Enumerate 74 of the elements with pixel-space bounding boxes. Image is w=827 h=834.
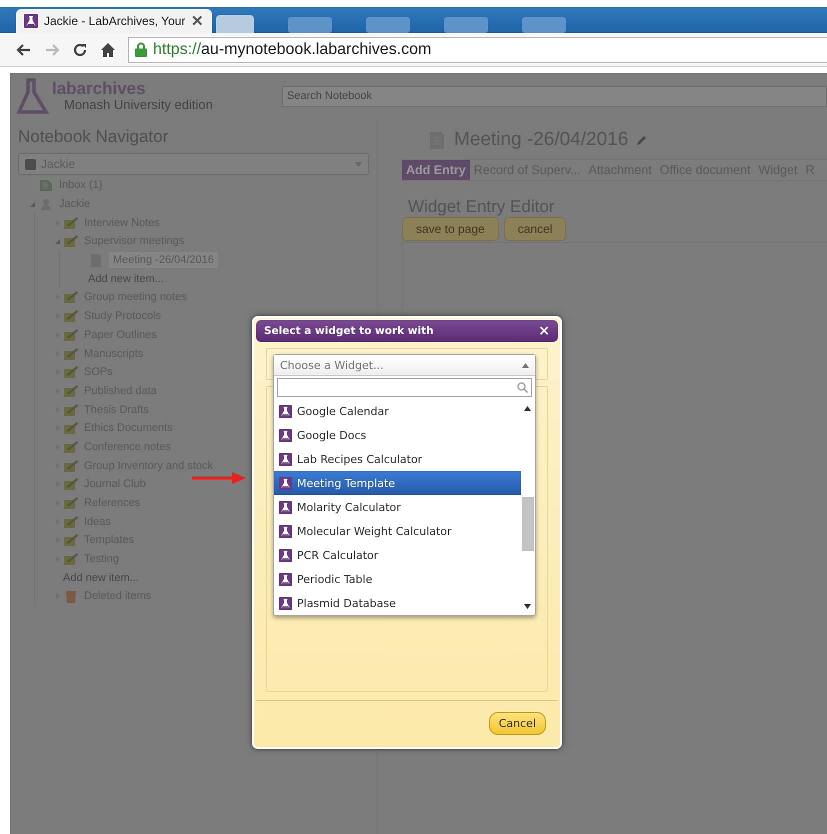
dropdown-arrow-icon <box>522 362 529 368</box>
widget-option[interactable]: PCR Calculator <box>274 543 521 567</box>
search-field[interactable]: Search Notebook <box>282 86 827 106</box>
folder-icon <box>63 309 79 324</box>
flask-icon <box>279 572 292 586</box>
folder-icon <box>63 234 79 248</box>
inbox-icon <box>38 178 54 192</box>
trash-icon <box>63 589 79 604</box>
tab-title: Jackie - LabArchives, Your <box>44 14 185 28</box>
folder-icon <box>63 477 79 492</box>
lock-icon <box>135 42 147 57</box>
flask-icon <box>279 476 292 490</box>
blurred-tab-icon <box>366 17 410 33</box>
save-button[interactable]: save to page <box>402 217 499 241</box>
flask-icon <box>279 404 292 418</box>
blurred-tab-icon <box>522 17 566 33</box>
entry-tab[interactable]: Add Entry <box>402 160 470 180</box>
widget-option[interactable]: Molarity Calculator <box>274 495 521 519</box>
flask-icon <box>279 548 292 562</box>
folder-icon <box>63 365 79 380</box>
flask-logo-icon <box>16 78 50 114</box>
flask-icon <box>279 428 292 442</box>
placeholder-text: Choose a Widget... <box>280 358 385 372</box>
dropdown-arrow-icon <box>355 162 362 166</box>
notebook-icon <box>25 158 36 170</box>
close-button[interactable]: × <box>538 324 550 338</box>
folder-icon <box>63 533 79 548</box>
edition-text: Monash University edition <box>64 98 213 112</box>
folder-icon <box>63 440 79 454</box>
edit-icon[interactable] <box>636 134 648 146</box>
forward-icon[interactable] <box>44 42 60 58</box>
widget-option[interactable]: Google Calendar <box>274 399 521 423</box>
folder-icon <box>63 328 79 342</box>
widget-option[interactable]: Plasmid Database <box>274 591 521 615</box>
scroll-down-icon[interactable] <box>524 604 531 609</box>
folder-icon <box>63 384 79 398</box>
scroll-up-icon[interactable] <box>524 406 531 411</box>
folder-icon <box>63 346 79 361</box>
cancel-button[interactable]: cancel <box>504 217 566 241</box>
folder-icon <box>63 458 79 473</box>
folder-icon <box>63 402 79 417</box>
widget-select[interactable]: Choose a Widget... <box>274 355 535 376</box>
flask-icon <box>279 500 292 514</box>
widget-option[interactable]: Google Docs <box>274 423 521 447</box>
tab-favicon-icon <box>24 14 38 28</box>
folder-icon <box>63 552 79 566</box>
search-field[interactable] <box>277 378 532 397</box>
folder-icon <box>63 496 79 510</box>
widget-option[interactable]: Molecular Weight Calculator <box>274 519 521 543</box>
close-tab-icon[interactable]: ✕ <box>191 12 204 30</box>
scrollbar-thumb[interactable] <box>522 497 534 551</box>
reload-icon[interactable] <box>72 42 88 58</box>
folder-icon <box>63 514 79 529</box>
widget-option[interactable]: Lab Recipes Calculator <box>274 447 521 471</box>
flask-icon <box>279 596 292 610</box>
folder-icon <box>63 421 79 436</box>
home-icon[interactable] <box>100 42 116 58</box>
search-icon <box>517 382 528 393</box>
new-tab-button[interactable] <box>216 15 254 33</box>
flask-icon <box>279 452 292 466</box>
widget-option[interactable]: Meeting Template <box>274 471 521 495</box>
folder-icon <box>63 290 79 304</box>
back-icon[interactable] <box>16 42 32 58</box>
browser-tab[interactable]: Jackie - LabArchives, Your ✕ <box>16 9 212 33</box>
blurred-tab-icon <box>288 17 332 33</box>
folder-icon <box>63 216 79 230</box>
cancel-button[interactable]: Cancel <box>488 712 546 734</box>
arrow-icon <box>192 471 246 485</box>
widget-option[interactable]: Periodic Table <box>274 567 521 591</box>
dialog-title: Select a widget to work with <box>264 325 435 337</box>
blurred-tab-icon <box>444 17 488 33</box>
address-field[interactable]: https://au-mynotebook.labarchives.com <box>128 36 827 62</box>
search-placeholder: Search Notebook <box>287 90 372 102</box>
flask-icon <box>279 524 292 538</box>
